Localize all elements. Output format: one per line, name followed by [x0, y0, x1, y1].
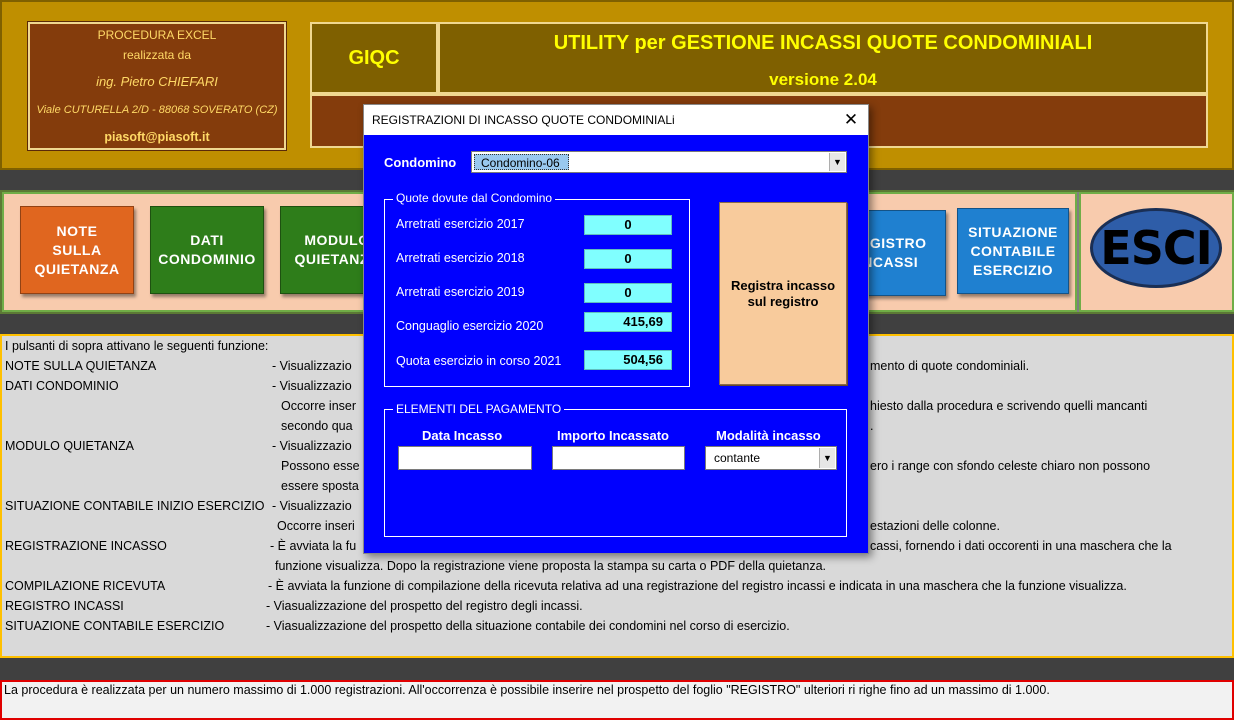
app-title-box: UTILITY per GESTIONE INCASSI QUOTE CONDO… [438, 22, 1208, 94]
quote-label: Arretrati esercizio 2017 [396, 217, 525, 231]
desc-row-text: - Viasualizzazione del prospetto del reg… [266, 599, 583, 613]
dati-condominio-button[interactable]: DATI CONDOMINIO [150, 206, 264, 294]
desc-row-text: funzione visualizza. Dopo la registrazio… [275, 559, 827, 573]
desc-row-text: - Visualizzazio [272, 359, 352, 373]
author-info-box: PROCEDURA EXCEL realizzata da ing. Pietr… [27, 21, 287, 151]
modalita-select[interactable]: contante ▼ [705, 446, 837, 470]
situazione-contabile-button[interactable]: SITUAZIONE CONTABILE ESERCIZIO [957, 208, 1069, 294]
info-author: ing. Pietro CHIEFARI [96, 74, 218, 89]
importo-input[interactable] [552, 446, 685, 470]
modalita-select-value: contante [714, 451, 761, 465]
desc-row-name: SITUAZIONE CONTABILE ESERCIZIO [5, 619, 225, 633]
app-title: UTILITY per GESTIONE INCASSI QUOTE CONDO… [553, 32, 1093, 54]
desc-row-text: Possono esse [281, 459, 360, 473]
dialog-title: REGISTRAZIONI DI INCASSO QUOTE CONDOMINI… [372, 113, 675, 127]
desc-row-name: COMPILAZIONE RICEVUTA [5, 579, 166, 593]
desc-row-name: SITUAZIONE CONTABILE INIZIO ESERCIZIO [5, 499, 265, 513]
desc-row-tail: mento di quote condominiali. [870, 359, 1030, 373]
info-line2: realizzata da [122, 48, 192, 62]
desc-row-text: secondo qua [281, 419, 353, 433]
condominio-select-value: Condomino-06 [474, 154, 569, 170]
desc-row-text: - È avviata la fu [270, 539, 357, 553]
desc-row-name: MODULO QUIETANZA [5, 439, 134, 453]
desc-row-name: DATI CONDOMINIO [5, 379, 119, 393]
app-version: versione 2.04 [769, 70, 877, 89]
quote-value: 504,56 [584, 350, 672, 370]
desc-row-tail: ero i range con sfondo celeste chiaro no… [870, 459, 1151, 473]
desc-row-text: - Visualizzazio [272, 439, 352, 453]
info-line1: PROCEDURA EXCEL [97, 28, 217, 42]
condominio-label: Condomino [384, 155, 457, 170]
quote-frame-caption: Quote dovute dal Condomino [393, 191, 556, 205]
registra-incasso-button[interactable]: Registra incasso sul registro [719, 202, 847, 385]
info-address: Viale CUTURELLA 2/D - 88068 SOVERATO (CZ… [36, 104, 278, 116]
quote-label: Quota esercizio in corso 2021 [396, 354, 562, 368]
desc-row-name: REGISTRO INCASSI [5, 599, 124, 613]
desc-row-text: essere sposta [281, 479, 359, 493]
data-incasso-input[interactable] [398, 446, 532, 470]
desc-row-name: NOTE SULLA QUIETANZA [5, 359, 157, 373]
desc-row-text: - Visualizzazio [272, 499, 352, 513]
esci-button[interactable]: ESCI [1090, 208, 1222, 288]
condominio-select[interactable]: Condomino-06 ▼ [471, 151, 847, 173]
desc-row-tail: . [870, 419, 874, 433]
quote-label: Conguaglio esercizio 2020 [396, 319, 544, 333]
footer-note: La procedura è realizzata per un numero … [4, 683, 1050, 697]
data-incasso-label: Data Incasso [422, 428, 503, 443]
pagamento-frame-caption: ELEMENTI DEL PAGAMENTO [393, 402, 565, 416]
close-icon[interactable]: ✕ [840, 109, 862, 131]
desc-row-text: - Visualizzazio [272, 379, 352, 393]
quote-label: Arretrati esercizio 2018 [396, 251, 525, 265]
chevron-down-icon[interactable]: ▼ [819, 448, 835, 468]
quote-value: 0 [584, 249, 672, 269]
note-quietanza-button[interactable]: NOTE SULLA QUIETANZA [20, 206, 134, 294]
desc-row-tail: cassi, fornendo i dati occorenti in una … [870, 539, 1172, 553]
dialog-titlebar: REGISTRAZIONI DI INCASSO QUOTE CONDOMINI… [364, 105, 868, 135]
quote-value: 0 [584, 215, 672, 235]
desc-row-name: REGISTRAZIONE INCASSO [5, 539, 167, 553]
registrazione-dialog: REGISTRAZIONI DI INCASSO QUOTE CONDOMINI… [363, 104, 869, 554]
info-email: piasoft@piasoft.it [104, 130, 210, 144]
desc-row-text: Occorre inseri [277, 519, 355, 533]
desc-row-text: - È avviata la funzione di compilazione … [268, 579, 1127, 593]
modalita-label: Modalità incasso [716, 428, 821, 443]
description-intro: I pulsanti di sopra attivano le seguenti… [5, 339, 269, 353]
desc-row-tail: hiesto dalla procedura e scrivendo quell… [870, 399, 1148, 413]
quote-label: Arretrati esercizio 2019 [396, 285, 525, 299]
quote-value: 0 [584, 283, 672, 303]
desc-row-tail: estazioni delle colonne. [870, 519, 1000, 533]
app-acronym: GIQC [310, 22, 438, 94]
importo-label: Importo Incassato [557, 428, 669, 443]
quote-value: 415,69 [584, 312, 672, 332]
desc-row-text: Occorre inser [281, 399, 357, 413]
chevron-down-icon[interactable]: ▼ [829, 153, 845, 171]
desc-row-text: - Viasualizzazione del prospetto della s… [266, 619, 790, 633]
